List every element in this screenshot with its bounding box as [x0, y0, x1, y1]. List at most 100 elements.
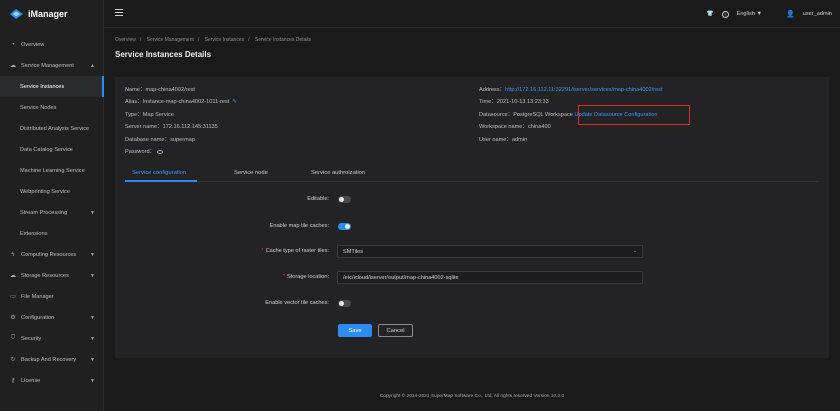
language-select[interactable]: English ▼ [737, 11, 762, 17]
sidebar-item-data-catalog[interactable]: Data Catalog Service [0, 139, 104, 160]
sidebar-item-label: Storage Resources [21, 272, 69, 279]
app-name: iManager [28, 9, 68, 19]
chevron-up-icon: ▲ [90, 62, 95, 69]
details-left: Name：map-china4002/rest Alias：Instance-m… [125, 84, 237, 158]
sidebar-item-label: Service Instances [20, 83, 65, 90]
topbar: 👕 ? English ▼ 👤 user_admin [104, 0, 840, 28]
chevron-down-icon: ▼ [90, 209, 95, 216]
detail-alias-text: Alias：Instance-map-china4002-1011-rest [125, 99, 230, 106]
breadcrumb-item-current: Service Instances Details [254, 37, 312, 43]
menu-toggle-icon[interactable] [115, 9, 123, 16]
folder-icon: ▭ [10, 294, 16, 300]
chevron-down-icon: ▼ [90, 377, 95, 384]
editable-switch[interactable] [338, 196, 351, 203]
shield-icon: ⛉ [10, 335, 16, 341]
topbar-actions: 👕 ? English ▼ 👤 user_admin [707, 0, 832, 28]
sidebar-item-machine-learning[interactable]: Machine Learning Service [0, 160, 104, 181]
detail-database: Database name：supermap [125, 136, 195, 143]
sidebar-item-webprinting[interactable]: Webprinting Service [0, 181, 104, 202]
vector-cache-switch[interactable] [338, 300, 351, 307]
save-button[interactable]: Save [338, 324, 372, 337]
required-marker: * [261, 248, 264, 254]
language-label: English [736, 11, 755, 17]
breadcrumb: Overview / Service Management / Service In… [115, 37, 312, 43]
sidebar-item-stream-processing[interactable]: Stream Processing ▼ [0, 202, 104, 223]
form-row-vector: Enable vector tile caches: [115, 297, 829, 311]
chevron-down-icon: ▼ [90, 314, 95, 321]
sidebar-item-label: Security [21, 335, 42, 342]
form-row-cache-type: * Cache type of raster tiles: SMTiles ⌄ [115, 245, 829, 259]
sidebar-item-backup-recovery[interactable]: ↻ Backup And Recovery ▼ [0, 349, 104, 370]
detail-name: Name：map-china4002/rest [125, 87, 195, 93]
breadcrumb-item-service-instances[interactable]: Service Instances [205, 37, 244, 43]
storage-label: * Storage location: [283, 274, 329, 280]
breadcrumb-item-overview[interactable]: Overview [115, 37, 136, 43]
chevron-down-icon: ▼ [90, 251, 95, 258]
address-link[interactable]: http://172.16.112.11:32291/iserver/servi… [505, 87, 662, 93]
sidebar-item-distributed-analysis[interactable]: Distributed Analysis Service [0, 118, 104, 139]
detail-address: Address：http://172.16.112.11:32291/iserv… [479, 84, 663, 96]
detail-address-label: Address： [479, 87, 506, 93]
sidebar-item-label: Configuration [21, 314, 55, 321]
cache-type-label: * Cache type of raster tiles: [261, 248, 329, 254]
tab-service-configuration[interactable]: Service configuration [132, 170, 186, 176]
sidebar-item-security[interactable]: ⛉ Security ▼ [0, 328, 104, 349]
sidebar-item-storage-resources[interactable]: ☁ Storage Resources ▼ [0, 265, 104, 286]
detail-server: Server name：172.16.112.145:31135 [125, 124, 218, 131]
details-card: Name：map-china4002/rest Alias：Instance-m… [115, 77, 829, 358]
sidebar-item-extensions[interactable]: Extensions [0, 223, 104, 244]
form-actions: Save Cancel [115, 324, 829, 338]
tab-service-authorization[interactable]: Service authroization [311, 170, 365, 176]
form-row-enable-cache: Enable map tile caches: [115, 220, 829, 234]
app-logo[interactable]: iManager [0, 0, 103, 28]
detail-password: Password： [125, 146, 237, 158]
detail-password-label: Password： [125, 149, 156, 156]
tab-service-node[interactable]: Service node [234, 170, 268, 176]
eye-icon[interactable] [157, 149, 164, 154]
key-icon: ⚷ [10, 378, 16, 384]
sidebar-item-file-manager[interactable]: ▭ File Manager [0, 286, 104, 307]
sidebar-item-label: Service Nodes [20, 104, 57, 111]
user-icon[interactable]: 👤 [786, 10, 795, 18]
sidebar-item-service-management[interactable]: ☁ Service Management ▲ [0, 55, 104, 76]
refresh-icon: ↻ [10, 357, 16, 363]
required-marker: * [282, 274, 286, 280]
vector-cache-label: Enable vector tile caches: [265, 300, 329, 306]
cache-type-select[interactable]: SMTiles ⌄ [337, 245, 643, 258]
chevron-down-icon: ▼ [90, 272, 95, 279]
username-label[interactable]: user_admin [803, 11, 832, 17]
sidebar-item-license[interactable]: ⚷ License ▼ [0, 370, 104, 391]
tab-bar: Service configuration Service node Servi… [125, 168, 819, 182]
breadcrumb-item-service-management[interactable]: Service Management [147, 37, 194, 43]
sidebar-item-label: Extensions [20, 230, 48, 237]
sidebar-item-label: Stream Processing [20, 209, 68, 216]
sidebar-item-service-instances[interactable]: Service Instances [0, 76, 104, 97]
cloud-icon: ☁ [10, 273, 16, 279]
cancel-button[interactable]: Cancel [378, 324, 413, 337]
form-row-editable: Editable: [115, 193, 829, 207]
footer-copyright: Copyright © 2014-2021 SuperMap Software … [379, 394, 565, 399]
sidebar-item-label: Data Catalog Service [20, 146, 73, 153]
sidebar-item-label: Machine Learning Service [20, 167, 85, 174]
bolt-icon: ϟ [11, 251, 15, 258]
sidebar-item-label: Service Management [21, 62, 74, 69]
detail-alias: Alias：Instance-map-china4002-1011-rest ✎ [125, 96, 237, 108]
detail-type: Type：Map Service [125, 111, 174, 118]
sidebar-item-label: Computing Resources [21, 251, 77, 258]
edit-icon[interactable]: ✎ [232, 99, 237, 105]
sidebar-item-label: Webprinting Service [20, 188, 70, 195]
sidebar-item-overview[interactable]: ◔ Overview [0, 34, 104, 55]
sidebar-item-service-nodes[interactable]: Service Nodes [0, 97, 104, 118]
form-row-storage: * Storage location: /etc/icloud/iserver/o… [115, 271, 829, 285]
page-title: Service Instances Details [115, 50, 212, 59]
enable-cache-switch[interactable] [338, 223, 351, 230]
sidebar-item-computing-resources[interactable]: ϟ Computing Resources ▼ [0, 244, 104, 265]
storage-label-text: Storage location: [287, 274, 329, 280]
storage-location-input[interactable]: /etc/icloud/iserver/output/map-china4002… [337, 271, 643, 284]
imanager-logo-icon [10, 9, 23, 19]
sidebar-item-configuration[interactable]: ⚙ Configuration ▼ [0, 307, 104, 328]
shirt-theme-icon[interactable]: 👕 [707, 11, 714, 17]
enable-cache-label: Enable map tile caches: [269, 223, 329, 229]
gauge-icon: ◔ [11, 41, 15, 48]
help-icon[interactable]: ? [721, 10, 729, 18]
